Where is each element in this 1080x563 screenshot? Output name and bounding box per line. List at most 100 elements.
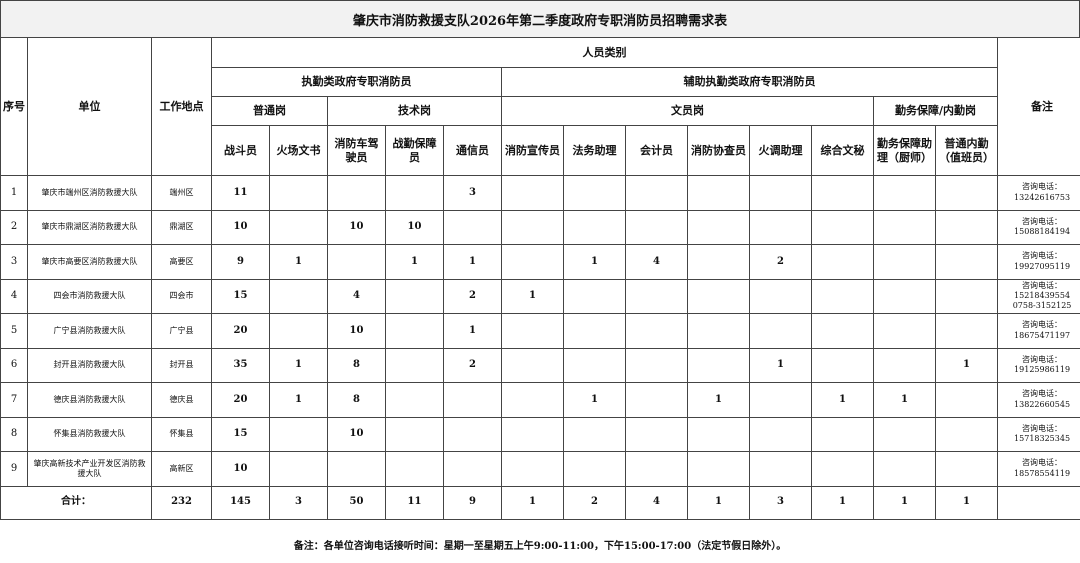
row-value <box>749 416 812 452</box>
note-line: 15088184194 <box>1014 227 1071 237</box>
row-value <box>625 175 688 211</box>
row-value <box>811 175 874 211</box>
header-place: 工作地点 <box>151 37 212 176</box>
table-row: 3 肇庆市高要区消防救援大队 高要区 9 1 1 1 1 4 2 咨询电话： 19927095119 <box>0 244 1080 280</box>
total-value: 1 <box>687 485 750 520</box>
row-value: 15 <box>211 416 270 452</box>
total-value: 3 <box>269 485 328 520</box>
row-place: 德庆县 <box>151 382 212 418</box>
row-value <box>749 382 812 418</box>
row-value <box>873 209 936 245</box>
total-value: 145 <box>211 485 270 520</box>
row-value <box>269 416 328 452</box>
column-header: 消防车驾驶员 <box>327 125 386 176</box>
row-unit: 怀集县消防救援大队 <box>27 416 152 452</box>
total-row: 合计： 232 145 3 50 11 9 1 2 4 1 3 1 1 1 <box>0 485 1080 520</box>
row-value <box>873 347 936 383</box>
row-value <box>501 175 564 211</box>
row-value: 10 <box>211 209 270 245</box>
row-value <box>625 451 688 487</box>
row-note: 咨询电话： 13822660545 <box>997 382 1080 418</box>
row-value: 20 <box>211 313 270 349</box>
row-value: 9 <box>211 244 270 280</box>
row-value <box>385 313 444 349</box>
row-value: 4 <box>327 278 386 314</box>
row-value <box>385 347 444 383</box>
row-value <box>385 382 444 418</box>
row-note: 咨询电话： 13242616753 <box>997 175 1080 211</box>
row-value <box>934 382 999 418</box>
note-line: 咨询电话： <box>1022 458 1063 468</box>
row-value <box>687 313 750 349</box>
row-value <box>687 451 750 487</box>
row-note: 咨询电话： 19125986119 <box>997 347 1080 383</box>
row-value: 10 <box>385 209 444 245</box>
row-value <box>934 175 999 211</box>
row-value <box>501 451 564 487</box>
row-value <box>811 451 874 487</box>
row-value <box>269 451 328 487</box>
total-sum: 232 <box>151 485 212 520</box>
row-unit: 肇庆市高要区消防救援大队 <box>27 244 152 280</box>
note-line: 13242616753 <box>1014 192 1071 202</box>
row-value <box>811 209 874 245</box>
row-value <box>563 278 626 314</box>
row-value <box>873 313 936 349</box>
row-value <box>269 313 328 349</box>
row-value <box>563 175 626 211</box>
row-seq: 5 <box>0 313 28 349</box>
header-seq: 序号 <box>0 37 28 176</box>
row-value <box>563 451 626 487</box>
row-note: 咨询电话： 15088184194 <box>997 209 1080 245</box>
row-note: 咨询电话： 15218439554 0758-3152125 <box>997 278 1080 314</box>
header-duty: 执勤类政府专职消防员 <box>211 67 502 97</box>
header-unit: 单位 <box>27 37 152 176</box>
row-unit: 封开县消防救援大队 <box>27 347 152 383</box>
row-value <box>563 209 626 245</box>
row-value <box>625 347 688 383</box>
row-value <box>934 278 999 314</box>
row-value: 8 <box>327 347 386 383</box>
row-value <box>811 278 874 314</box>
row-value <box>811 416 874 452</box>
note-line: 咨询电话： <box>1022 182 1063 192</box>
row-value <box>269 278 328 314</box>
row-value <box>385 278 444 314</box>
row-value: 1 <box>934 347 999 383</box>
row-value: 2 <box>749 244 812 280</box>
note-line: 咨询电话： <box>1022 216 1063 226</box>
row-value: 1 <box>563 382 626 418</box>
column-header: 消防协查员 <box>687 125 750 176</box>
row-place: 怀集县 <box>151 416 212 452</box>
row-value <box>269 175 328 211</box>
row-value <box>625 382 688 418</box>
table-row: 4 四会市消防救援大队 四会市 15 4 2 1 咨询电话： 15218439554 0758-3… <box>0 278 1080 314</box>
recruitment-table-page: 肇庆市消防救援支队2026年第二季度政府专职消防员招聘需求表 序号 单位 工作地… <box>0 0 1080 563</box>
total-value: 4 <box>625 485 688 520</box>
row-value: 10 <box>327 416 386 452</box>
table-row: 6 封开县消防救援大队 封开县 35 1 8 2 1 1 咨询电话： 19125986119 <box>0 347 1080 383</box>
row-value: 2 <box>443 347 502 383</box>
row-place: 封开县 <box>151 347 212 383</box>
row-value <box>934 209 999 245</box>
column-header: 战斗员 <box>211 125 270 176</box>
row-value <box>443 382 502 418</box>
note-line: 0758-3152125 <box>1012 301 1072 311</box>
row-seq: 9 <box>0 451 28 487</box>
row-value <box>873 416 936 452</box>
row-note: 咨询电话： 18578554119 <box>997 451 1080 487</box>
column-header: 普通内勤（值班员） <box>934 125 999 176</box>
row-value <box>687 209 750 245</box>
row-seq: 3 <box>0 244 28 280</box>
row-value <box>934 244 999 280</box>
row-value <box>749 313 812 349</box>
row-value <box>563 347 626 383</box>
total-value: 50 <box>327 485 386 520</box>
row-value <box>443 416 502 452</box>
row-value <box>873 175 936 211</box>
table-row: 7 德庆县消防救援大队 德庆县 20 1 8 1 1 1 1 咨询电话： 13822660545 <box>0 382 1080 418</box>
row-place: 鼎湖区 <box>151 209 212 245</box>
row-note: 咨询电话： 15718325345 <box>997 416 1080 452</box>
row-value: 3 <box>443 175 502 211</box>
row-value <box>873 244 936 280</box>
